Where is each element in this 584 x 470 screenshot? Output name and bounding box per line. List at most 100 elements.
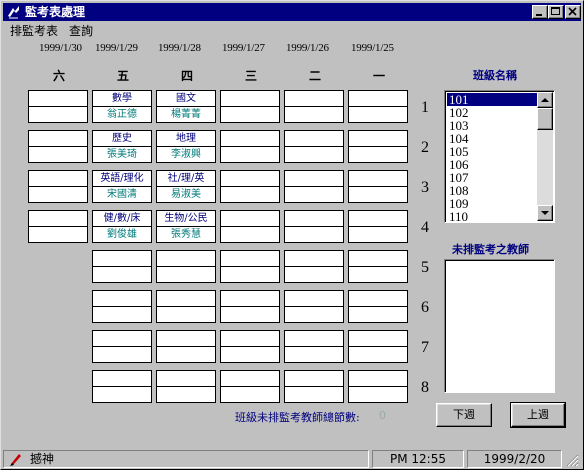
status-bar: 撼神 PM 12:55 1999/2/20 [3, 449, 581, 469]
date-thu: 1999/1/28 [158, 42, 201, 54]
slot-thu-p7[interactable] [156, 330, 216, 363]
period-5-label: 5 [421, 259, 429, 276]
window-title: 監考表處理 [25, 5, 86, 19]
slot-mon-p5[interactable] [348, 250, 408, 283]
period-7-label: 7 [421, 339, 429, 356]
minimize-button[interactable] [532, 5, 548, 19]
next-week-button[interactable]: 下週 [436, 403, 492, 427]
slot-thu-p1[interactable]: 國文 楊菁菁 [156, 90, 216, 123]
slot-subject: 地理 [176, 133, 196, 144]
slot-thu-p2[interactable]: 地理 李淑興 [156, 130, 216, 163]
slot-mon-p1[interactable] [348, 90, 408, 123]
date-tue: 1999/1/26 [286, 42, 329, 54]
slot-thu-p5[interactable] [156, 250, 216, 283]
slot-teacher: 張美琦 [107, 149, 137, 160]
slot-teacher: 楊菁菁 [171, 109, 201, 120]
total-label: 班級未排監考教師總節數: [235, 411, 360, 424]
slot-sat-p4[interactable] [28, 210, 88, 243]
status-time: PM 12:55 [372, 450, 464, 468]
total-value: 0 [379, 409, 386, 422]
slot-mon-p8[interactable] [348, 370, 408, 403]
slot-wed-p6[interactable] [220, 290, 280, 323]
title-bar[interactable]: 監考表處理 [3, 3, 581, 21]
slot-fri-p4[interactable]: 健/數/床 劉俊雄 [92, 210, 152, 243]
slot-tue-p8[interactable] [284, 370, 344, 403]
slot-mon-p6[interactable] [348, 290, 408, 323]
slot-wed-p1[interactable] [220, 90, 280, 123]
resize-grip-icon[interactable] [565, 453, 579, 467]
period-4-label: 4 [421, 219, 429, 236]
prev-week-button[interactable]: 上週 [510, 402, 566, 428]
date-fri: 1999/1/29 [95, 42, 138, 54]
slot-wed-p5[interactable] [220, 250, 280, 283]
slot-mon-p3[interactable] [348, 170, 408, 203]
scroll-up-button[interactable] [537, 92, 553, 108]
slot-tue-p6[interactable] [284, 290, 344, 323]
period-2-label: 2 [421, 139, 429, 156]
slot-mon-p2[interactable] [348, 130, 408, 163]
slot-fri-p7[interactable] [92, 330, 152, 363]
menu-bar: 排監考表 查詢 [3, 22, 581, 40]
class-item[interactable]: 110 [447, 210, 539, 222]
slot-tue-p5[interactable] [284, 250, 344, 283]
class-list-scrollbar[interactable] [537, 92, 553, 221]
status-date: 1999/2/20 [467, 450, 562, 468]
slot-thu-p8[interactable] [156, 370, 216, 403]
day-label-wed: 三 [244, 69, 257, 83]
slot-fri-p5[interactable] [92, 250, 152, 283]
slot-tue-p7[interactable] [284, 330, 344, 363]
day-label-sat: 六 [52, 69, 65, 83]
slot-thu-p4[interactable]: 生物/公民 張秀慧 [156, 210, 216, 243]
slot-sat-p2[interactable] [28, 130, 88, 163]
close-button[interactable] [565, 5, 581, 19]
slot-fri-p1[interactable]: 數學 翁正德 [92, 90, 152, 123]
class-list-label: 班級名稱 [473, 69, 517, 82]
date-mon: 1999/1/25 [351, 42, 394, 54]
slot-subject: 社/理/英 [167, 173, 205, 184]
slot-tue-p2[interactable] [284, 130, 344, 163]
slot-fri-p6[interactable] [92, 290, 152, 323]
slot-thu-p3[interactable]: 社/理/英 易淑美 [156, 170, 216, 203]
slot-tue-p3[interactable] [284, 170, 344, 203]
menu-schedule[interactable]: 排監考表 [8, 23, 60, 39]
status-user: 撼神 [30, 452, 55, 466]
slot-thu-p6[interactable] [156, 290, 216, 323]
main-window: 監考表處理 排監考表 查詢 1999/1/30 1999/1/29 1999/1… [0, 0, 584, 470]
slot-wed-p4[interactable] [220, 210, 280, 243]
period-3-label: 3 [421, 179, 429, 196]
slot-sat-p3[interactable] [28, 170, 88, 203]
slot-mon-p7[interactable] [348, 330, 408, 363]
minimize-icon [536, 14, 542, 16]
slot-fri-p2[interactable]: 歷史 張美琦 [92, 130, 152, 163]
slot-wed-p8[interactable] [220, 370, 280, 403]
slot-teacher: 李淑興 [171, 149, 201, 160]
slot-mon-p4[interactable] [348, 210, 408, 243]
slot-subject: 生物/公民 [164, 213, 208, 224]
date-sat: 1999/1/30 [39, 42, 82, 54]
slot-wed-p3[interactable] [220, 170, 280, 203]
slot-subject: 英語/理化 [100, 173, 144, 184]
slot-tue-p1[interactable] [284, 90, 344, 123]
slot-wed-p7[interactable] [220, 330, 280, 363]
class-listbox[interactable]: 101 102 103 104 105 106 107 108 109 110 [444, 90, 555, 223]
unassigned-teacher-list[interactable] [444, 259, 555, 393]
arrow-down-icon [541, 211, 549, 215]
close-icon [568, 7, 577, 16]
slot-teacher: 易淑美 [171, 189, 201, 200]
slot-subject: 健/數/床 [103, 213, 141, 224]
scroll-down-button[interactable] [537, 205, 553, 221]
period-8-label: 8 [421, 379, 429, 396]
day-label-tue: 二 [308, 69, 321, 83]
app-icon [8, 6, 19, 19]
slot-sat-p1[interactable] [28, 90, 88, 123]
maximize-button[interactable] [548, 5, 564, 19]
maximize-icon [551, 7, 560, 15]
menu-query[interactable]: 查詢 [67, 23, 95, 39]
slot-fri-p3[interactable]: 英語/理化 宋國清 [92, 170, 152, 203]
slot-tue-p4[interactable] [284, 210, 344, 243]
day-label-thu: 四 [180, 69, 193, 83]
slot-wed-p2[interactable] [220, 130, 280, 163]
scroll-thumb[interactable] [537, 108, 553, 130]
slot-fri-p8[interactable] [92, 370, 152, 403]
slot-teacher: 劉俊雄 [107, 229, 137, 240]
